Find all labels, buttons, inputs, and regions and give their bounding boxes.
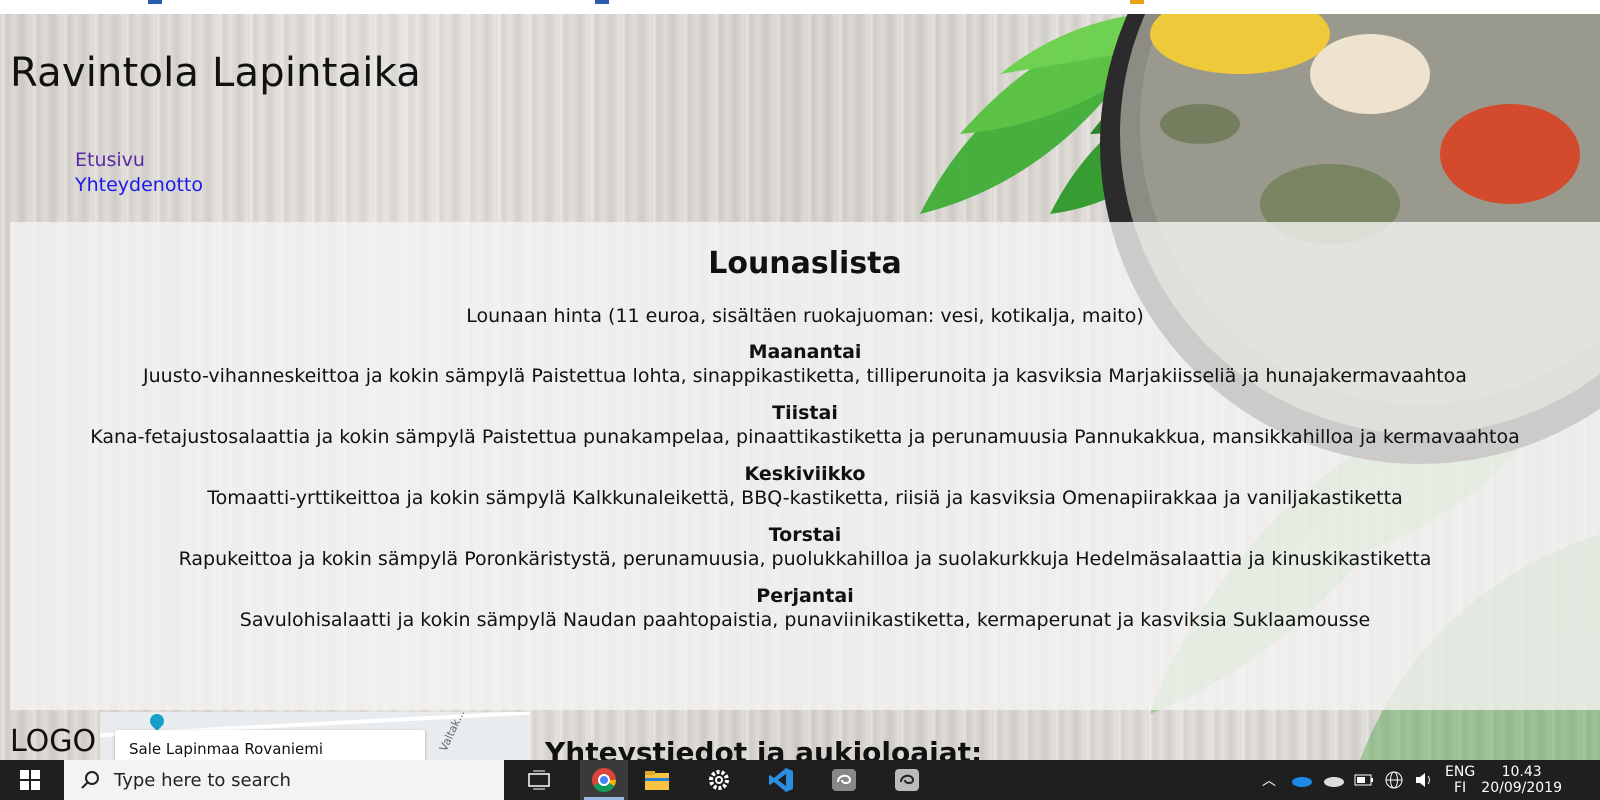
app-icon-2[interactable] (883, 760, 931, 800)
map-place-card[interactable]: Sale Lapinmaa Rovaniemi (115, 730, 425, 760)
site-title: Ravintola Lapintaika (10, 50, 421, 96)
battery-icon[interactable] (1354, 774, 1374, 786)
map-pin-icon[interactable] (147, 712, 167, 731)
chevron-up-icon[interactable]: ︿ (1262, 770, 1276, 790)
search-placeholder: Type here to search (114, 769, 291, 791)
day-name: Perjantai (756, 585, 854, 607)
globe-network-icon[interactable] (1384, 770, 1404, 790)
app-icon-1[interactable] (820, 760, 868, 800)
day-name: Keskiviikko (744, 463, 866, 485)
day-entry-tuesday: Tiistai Kana-fetajustosalaattia ja kokin… (10, 401, 1600, 449)
day-menu: Juusto-vihanneskeittoa ja kokin sämpylä … (143, 365, 1467, 387)
speaker-volume-icon[interactable] (1414, 770, 1434, 790)
lunch-menu-panel: Lounaslista Lounaan hinta (11 euroa, sis… (10, 222, 1600, 710)
day-name: Torstai (768, 524, 842, 546)
day-name: Maanantai (748, 341, 862, 363)
language-code: ENG (1445, 764, 1476, 780)
clock-date: 20/09/2019 (1481, 780, 1562, 796)
windows-taskbar: Type here to search ︿ ENG FI 10.43 20/09… (0, 760, 1600, 800)
day-menu: Savulohisalaatti ja kokin sämpylä Naudan… (239, 609, 1371, 631)
lunch-price: Lounaan hinta (11 euroa, sisältäen ruoka… (466, 305, 1144, 327)
day-menu: Tomaatti-yrttikeittoa ja kokin sämpylä K… (207, 487, 1403, 509)
nav-link-etusivu[interactable]: Etusivu (75, 148, 203, 173)
taskbar-search-box[interactable]: Type here to search (64, 760, 504, 800)
day-entry-thursday: Torstai Rapukeittoa ja kokin sämpylä Por… (10, 523, 1600, 571)
day-entry-friday: Perjantai Savulohisalaatti ja kokin sämp… (10, 584, 1600, 632)
taskbar-clock[interactable]: 10.43 20/09/2019 (1481, 764, 1562, 796)
language-sub: FI (1453, 780, 1467, 796)
system-tray: ︿ (1262, 760, 1434, 800)
input-language-indicator[interactable]: ENG FI (1445, 764, 1475, 796)
logo: LOGO (10, 724, 97, 759)
lunch-heading: Lounaslista (708, 246, 902, 281)
chrome-icon[interactable] (580, 760, 628, 800)
day-entry-wednesday: Keskiviikko Tomaatti-yrttikeittoa ja kok… (10, 462, 1600, 510)
onedrive-icon[interactable] (1290, 773, 1312, 787)
cloud-icon[interactable] (1322, 773, 1344, 787)
clock-time: 10.43 (1501, 764, 1542, 780)
task-view-icon[interactable] (515, 760, 563, 800)
browser-top-strip (0, 0, 1600, 14)
start-button[interactable] (0, 760, 60, 800)
day-menu: Rapukeittoa ja kokin sämpylä Poronkärist… (178, 548, 1432, 570)
main-navigation: Etusivu Yhteydenotto (75, 148, 203, 198)
day-menu: Kana-fetajustosalaattia ja kokin sämpylä… (90, 426, 1520, 448)
footer-area: LOGO Sale Lapinmaa Rovaniemi Valtak... Y… (0, 710, 1600, 769)
embedded-map[interactable]: Sale Lapinmaa Rovaniemi Valtak... (100, 712, 530, 760)
nav-link-yhteydenotto[interactable]: Yhteydenotto (75, 173, 203, 198)
file-explorer-icon[interactable] (633, 760, 681, 800)
windows-logo-icon (20, 770, 40, 790)
day-entry-monday: Maanantai Juusto-vihanneskeittoa ja koki… (10, 340, 1600, 388)
vscode-icon[interactable] (757, 760, 805, 800)
settings-gear-icon[interactable] (695, 760, 743, 800)
search-icon (81, 771, 99, 789)
day-name: Tiistai (772, 402, 838, 424)
